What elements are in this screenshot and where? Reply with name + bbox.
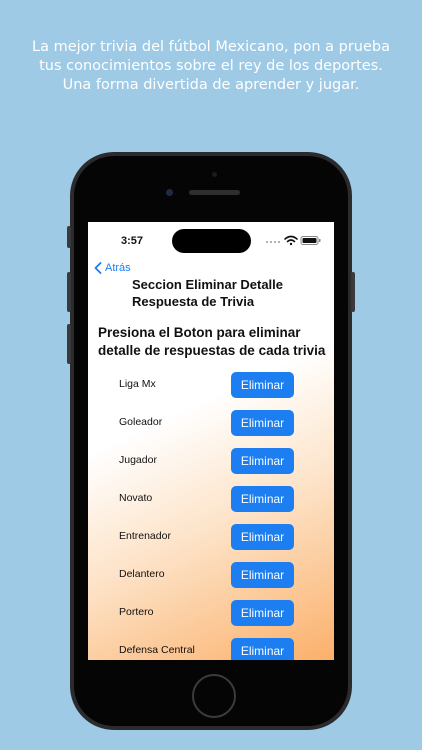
delete-button[interactable]: Eliminar: [231, 410, 294, 436]
delete-button[interactable]: Eliminar: [231, 638, 294, 660]
volume-down-button: [67, 324, 71, 364]
trivia-label: Novato: [119, 492, 153, 504]
power-button: [351, 272, 355, 312]
list-item: Defensa Central Eliminar: [88, 638, 334, 660]
front-camera: [166, 189, 173, 196]
delete-button[interactable]: Eliminar: [231, 524, 294, 550]
list-item: Portero Eliminar: [88, 600, 334, 626]
delete-button[interactable]: Eliminar: [231, 372, 294, 398]
list-item: Novato Eliminar: [88, 486, 334, 512]
cellular-signal-icon: [266, 241, 280, 243]
page-title: Seccion Eliminar Detalle Respuesta de Tr…: [132, 277, 284, 309]
list-item: Jugador Eliminar: [88, 448, 334, 474]
mute-switch: [67, 226, 71, 248]
chevron-left-icon: [94, 262, 102, 274]
promo-line: Una forma divertida de aprender y jugar.: [62, 77, 360, 93]
app-screen: 3:57 Atrás Seccion Eliminar Detalle Resp…: [88, 222, 334, 660]
promo-line: La mejor trivia del fútbol Mexicano, pon…: [32, 39, 390, 55]
list-item: Liga Mx Eliminar: [88, 372, 334, 398]
delete-button[interactable]: Eliminar: [231, 600, 294, 626]
earpiece-speaker: [189, 190, 240, 195]
battery-icon: [300, 236, 321, 245]
page-instruction: Presiona el Boton para eliminar detalle …: [98, 325, 326, 358]
dynamic-island: [172, 229, 251, 253]
delete-button[interactable]: Eliminar: [231, 486, 294, 512]
delete-button[interactable]: Eliminar: [231, 562, 294, 588]
volume-up-button: [67, 272, 71, 312]
proximity-sensor: [212, 172, 217, 177]
list-item: Entrenador Eliminar: [88, 524, 334, 550]
trivia-label: Goleador: [119, 416, 163, 428]
promo-line: tus conocimientos sobre el rey de los de…: [39, 58, 383, 74]
trivia-label: Portero: [119, 606, 154, 618]
trivia-label: Jugador: [119, 454, 157, 466]
trivia-label: Entrenador: [119, 530, 171, 542]
back-label: Atrás: [105, 262, 131, 274]
status-time: 3:57: [121, 235, 144, 247]
back-button[interactable]: Atrás: [94, 262, 131, 274]
trivia-label: Delantero: [119, 568, 165, 580]
wifi-icon: [284, 235, 298, 243]
list-item: Delantero Eliminar: [88, 562, 334, 588]
home-button[interactable]: [192, 674, 236, 718]
status-icons: [266, 235, 321, 246]
promo-text: La mejor trivia del fútbol Mexicano, pon…: [0, 38, 422, 95]
trivia-label: Defensa Central: [119, 644, 195, 656]
trivia-label: Liga Mx: [119, 378, 156, 390]
delete-button[interactable]: Eliminar: [231, 448, 294, 474]
list-item: Goleador Eliminar: [88, 410, 334, 436]
